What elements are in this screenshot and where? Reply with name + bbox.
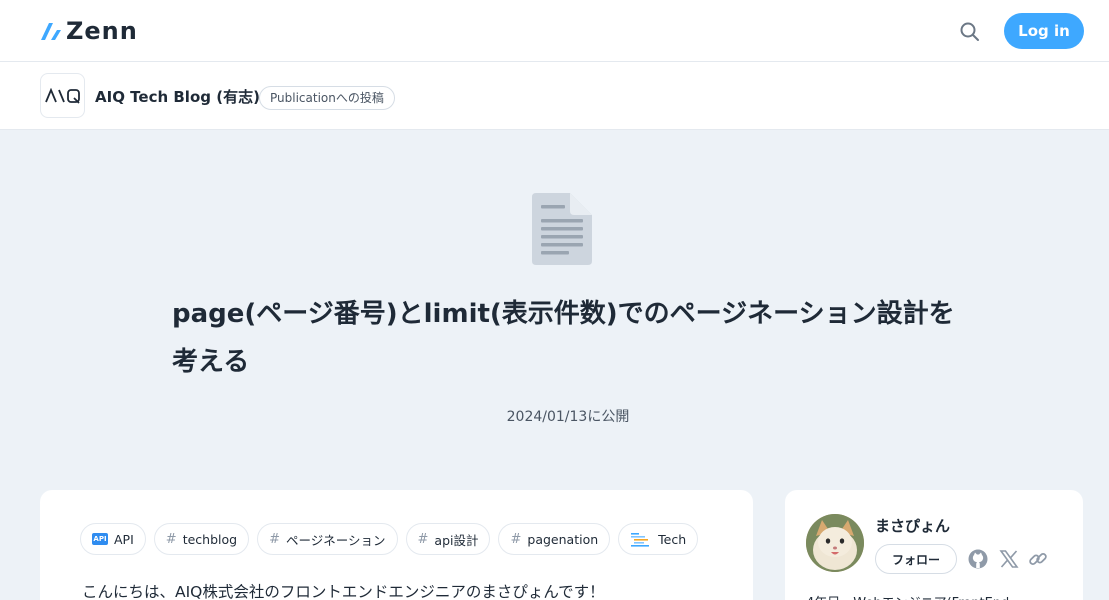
tag-api[interactable]: API API	[80, 523, 146, 555]
publication-bar: AIQ Tech Blog (有志) Publicationへの投稿	[0, 62, 1109, 130]
author-bio: 4年目 Webエンジニア(FrontEnd	[806, 592, 1009, 600]
tag-label: api設計	[434, 532, 479, 548]
zenn-logo[interactable]: Zenn	[40, 19, 138, 43]
publication-badge: Publicationへの投稿	[259, 86, 395, 110]
tag-label: API	[114, 531, 134, 547]
document-icon	[532, 193, 592, 265]
site-header: Zenn Log in	[0, 0, 1109, 62]
publish-date: 2024/01/13に公開	[506, 409, 630, 425]
hash-icon: #	[165, 531, 177, 547]
tag-list: API API # techblog # ページネーション # api設計 # …	[80, 523, 699, 555]
hash-icon: #	[269, 531, 280, 547]
login-button[interactable]: Log in	[1004, 13, 1084, 49]
logo-text: Zenn	[66, 17, 138, 45]
tag-api-design[interactable]: # api設計	[405, 523, 491, 555]
tag-tech[interactable]: Tech	[618, 523, 699, 555]
article-body-card: API API # techblog # ページネーション # api設計 # …	[40, 490, 753, 600]
author-avatar-image	[806, 514, 864, 572]
tag-pagenation[interactable]: # pagenation	[498, 523, 611, 555]
tech-icon	[631, 533, 650, 547]
author-name[interactable]: まさぴょん	[875, 515, 950, 536]
tag-techblog[interactable]: # techblog	[153, 523, 250, 555]
avatar[interactable]	[806, 514, 864, 572]
search-button[interactable]	[958, 20, 982, 44]
api-icon: API	[92, 533, 108, 545]
publication-name[interactable]: AIQ Tech Blog (有志)	[95, 86, 260, 107]
author-card: まさぴょん フォロー 4年目 Webエンジニア(FrontEnd	[785, 490, 1083, 600]
tag-label: techblog	[182, 531, 238, 547]
article-intro: こんにちは、AIQ株式会社のフロントエンドエンジニアのまさぴょんです！	[82, 583, 605, 600]
aiq-logo-icon	[44, 87, 80, 104]
follow-button[interactable]: フォロー	[875, 544, 957, 574]
article-title: page(ページ番号)とlimit(表示件数)でのページネーション設計を考える	[172, 299, 955, 377]
github-icon	[968, 549, 988, 569]
tag-label: ページネーション	[285, 532, 386, 548]
website-link[interactable]	[1027, 548, 1049, 570]
github-link[interactable]	[967, 548, 989, 570]
hash-icon: #	[417, 531, 429, 547]
x-link[interactable]	[998, 548, 1020, 570]
link-icon	[1029, 553, 1047, 565]
tag-label: pagenation	[527, 531, 599, 547]
publication-logo[interactable]	[40, 73, 85, 118]
hash-icon: #	[510, 531, 522, 547]
tag-label: Tech	[658, 531, 687, 547]
search-icon	[960, 22, 979, 41]
x-icon	[999, 550, 1019, 568]
tag-pagination-ja[interactable]: # ページネーション	[257, 523, 398, 555]
zenn-logo-icon	[41, 23, 61, 40]
